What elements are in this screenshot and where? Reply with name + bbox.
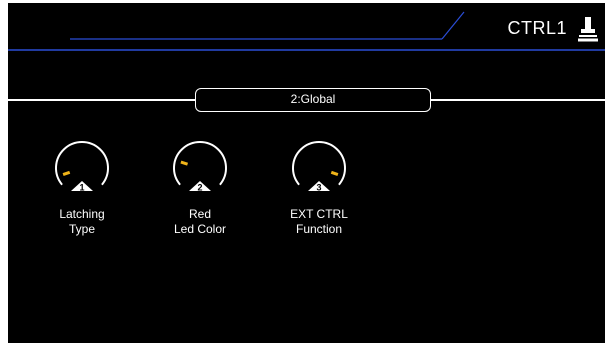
knob-label-line2: Type — [68, 222, 95, 236]
knob-dial-icon: 3 — [292, 141, 346, 193]
device-screen: CTRL1 2:Global 1 Latching Type 2 Red Led… — [8, 3, 605, 343]
knob-label: Latching Type — [27, 207, 137, 237]
knob-dial-icon: 2 — [173, 141, 227, 193]
knob-number: 2 — [197, 183, 202, 193]
ctrl-label: CTRL1 — [507, 18, 567, 38]
knob-number: 1 — [79, 183, 84, 193]
knob-ext-ctrl-function[interactable]: 3 EXT CTRL Function — [264, 140, 374, 250]
knob-label-line1: Red — [188, 207, 211, 221]
footswitch-icon — [578, 17, 598, 42]
knob-number: 3 — [316, 183, 321, 193]
knob-dial-icon: 1 — [55, 141, 109, 193]
knob-label: EXT CTRL Function — [264, 207, 374, 237]
knob-label-line2: Led Color — [173, 222, 227, 236]
knob-label-line1: Latching — [59, 207, 105, 221]
knob-red-led-color[interactable]: 2 Red Led Color — [145, 140, 255, 250]
knob-label-line1: EXT CTRL — [290, 207, 348, 221]
knob-latching-type[interactable]: 1 Latching Type — [27, 140, 137, 250]
knob-label-line2: Function — [295, 222, 343, 236]
page-title-button[interactable]: 2:Global — [195, 88, 431, 112]
knob-label: Red Led Color — [145, 207, 255, 237]
